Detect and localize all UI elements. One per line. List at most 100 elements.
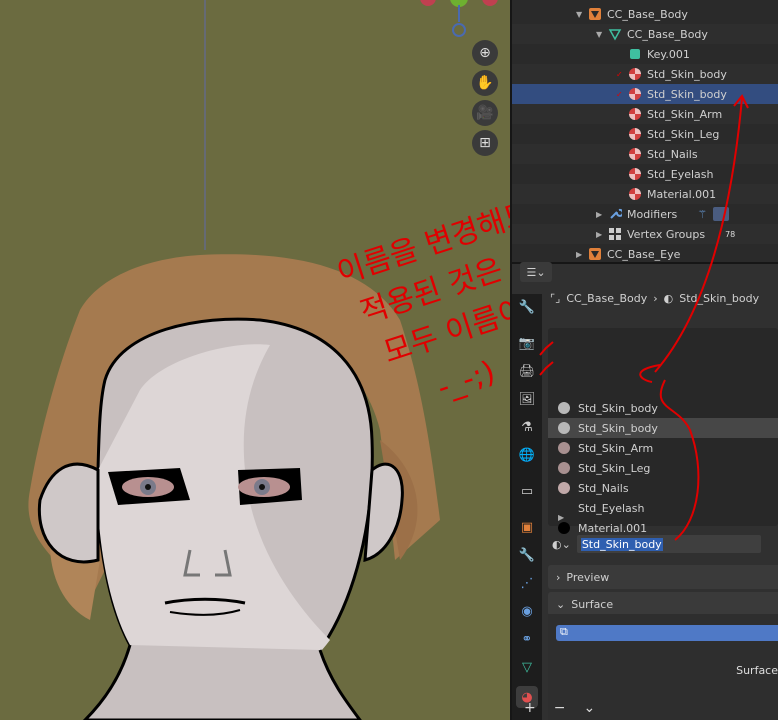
surface-label: Surface bbox=[736, 664, 778, 677]
material-icon bbox=[628, 127, 642, 141]
modifier-icon bbox=[713, 207, 730, 221]
wrench-icon bbox=[608, 207, 622, 221]
material-slot[interactable]: Std_Skin_body bbox=[548, 398, 778, 418]
outliner-row[interactable]: Std_Nails bbox=[512, 144, 778, 164]
outliner[interactable]: ▼ CC_Base_Body ▼ CC_Base_Body Key.001 ✓ … bbox=[512, 0, 778, 262]
outliner-label: Std_Skin_body bbox=[647, 87, 727, 101]
material-browse-icon[interactable]: ◐⌄ bbox=[552, 538, 571, 551]
outliner-row[interactable]: Std_Skin_Leg bbox=[512, 124, 778, 144]
node-tree-icon: ⧉ bbox=[560, 625, 568, 638]
render-tab-icon[interactable]: 📷 bbox=[516, 332, 538, 354]
material-icon bbox=[628, 187, 642, 201]
material-selector[interactable]: ◐⌄ Std_Skin_body bbox=[548, 534, 778, 554]
physics-tab-icon[interactable]: ◉ bbox=[516, 600, 538, 622]
material-slot[interactable]: Std_Skin_Leg bbox=[548, 458, 778, 478]
outliner-row[interactable]: ▼ CC_Base_Body bbox=[512, 24, 778, 44]
material-icon bbox=[628, 147, 642, 161]
grid-icon[interactable]: ⊞ bbox=[472, 130, 498, 156]
3d-viewport[interactable]: 이름을 변경해도 적용된 것은 모두 이름이 바뀐다. -_-;) ⊕ ✋ 🎥 … bbox=[0, 0, 510, 720]
expand-icon[interactable]: ▼ bbox=[596, 30, 606, 39]
object-tab-icon[interactable]: ▣ bbox=[516, 516, 538, 538]
outliner-label: Std_Skin_Leg bbox=[647, 127, 720, 141]
outliner-label: Modifiers bbox=[627, 207, 678, 221]
expand-icon[interactable]: ▼ bbox=[576, 10, 586, 19]
breadcrumb: ⌜⌟ CC_Base_Body › ◐ Std_Skin_body bbox=[550, 292, 759, 305]
data-tab-icon[interactable]: ▽ bbox=[516, 656, 538, 678]
slot-tools: + − ⌄ bbox=[524, 700, 595, 716]
outliner-row[interactable]: ▶ CC_Base_Eye bbox=[512, 244, 778, 262]
material-slot[interactable]: Std_Skin_Arm bbox=[548, 438, 778, 458]
remove-slot-button[interactable]: − bbox=[554, 700, 566, 716]
camera-icon[interactable]: 🎥 bbox=[472, 100, 498, 126]
outliner-label: Std_Skin_Arm bbox=[647, 107, 723, 121]
material-slot[interactable]: Std_Nails bbox=[548, 478, 778, 498]
breadcrumb-material: Std_Skin_body bbox=[679, 292, 760, 305]
mesh-data-icon bbox=[608, 27, 622, 41]
material-slot[interactable]: Std_Skin_body bbox=[548, 418, 778, 438]
outliner-label: Std_Skin_body bbox=[647, 67, 727, 81]
constraints-tab-icon[interactable]: ⚭ bbox=[516, 628, 538, 650]
outliner-label: Std_Eyelash bbox=[647, 167, 714, 181]
properties-tab-bar: 🔧 📷 🖨 🖼 ⚗ 🌐 ▭ ▣ 🔧 ⋰ ◉ ⚭ ▽ ◕ bbox=[512, 294, 542, 720]
more-options-icon[interactable]: ⌄ bbox=[583, 700, 595, 716]
outliner-row[interactable]: ▶ Vertex Groups 78 bbox=[512, 224, 778, 244]
world-tab-icon[interactable]: 🌐 bbox=[516, 444, 538, 466]
material-icon bbox=[628, 167, 642, 181]
outliner-label: CC_Base_Eye bbox=[607, 247, 681, 261]
use-nodes-button[interactable]: ⧉ bbox=[556, 625, 778, 641]
outliner-label: Vertex Groups bbox=[627, 227, 706, 241]
breadcrumb-object: CC_Base_Body bbox=[566, 292, 648, 305]
material-slot-list[interactable]: Std_Skin_body Std_Skin_body Std_Skin_Arm… bbox=[548, 328, 778, 535]
object-icon bbox=[588, 7, 602, 21]
vertex-group-count: 78 bbox=[725, 229, 736, 239]
properties-editor[interactable]: ☰⌄ 🔧 📷 🖨 🖼 ⚗ 🌐 ▭ ▣ 🔧 ⋰ ◉ ⚭ ▽ ◕ ⌜⌟ CC_Bas… bbox=[512, 262, 778, 720]
preview-panel-header[interactable]: › Preview bbox=[548, 565, 778, 589]
object-bracket-icon: ⌜⌟ bbox=[550, 292, 561, 305]
collapse-icon[interactable]: ▶ bbox=[576, 250, 586, 259]
output-tab-icon[interactable]: 🖨 bbox=[516, 360, 538, 382]
outliner-label: CC_Base_Body bbox=[627, 27, 708, 41]
outliner-row[interactable]: ▶ Modifiers ⚚ bbox=[512, 204, 778, 224]
annotation-layer: 이름을 변경해도 적용된 것은 모두 이름이 바뀐다. -_-;) bbox=[333, 195, 510, 406]
tool-tab-icon[interactable]: 🔧 bbox=[516, 296, 538, 318]
material-icon bbox=[628, 67, 642, 81]
outliner-label: CC_Base_Body bbox=[607, 7, 688, 21]
collapse-icon[interactable]: ▶ bbox=[596, 210, 606, 219]
outliner-row[interactable]: Std_Skin_Arm bbox=[512, 104, 778, 124]
outliner-row[interactable]: Std_Eyelash bbox=[512, 164, 778, 184]
particles-tab-icon[interactable]: ⋰ bbox=[516, 572, 538, 594]
material-slot[interactable]: Std_Eyelash bbox=[548, 498, 778, 518]
scene-tab-icon[interactable]: ⚗ bbox=[516, 416, 538, 438]
outliner-label: Key.001 bbox=[647, 47, 690, 61]
zoom-icon[interactable]: ⊕ bbox=[472, 40, 498, 66]
view-layer-tab-icon[interactable]: 🖼 bbox=[516, 388, 538, 410]
material-ball-icon: ◐ bbox=[663, 292, 674, 305]
surface-panel-header[interactable]: ⌄ Surface bbox=[548, 592, 778, 616]
outliner-row[interactable]: ✓ Std_Skin_body bbox=[512, 84, 778, 104]
outliner-row[interactable]: Material.001 bbox=[512, 184, 778, 204]
chevron-right-icon: › bbox=[653, 292, 658, 305]
material-name-field[interactable]: Std_Skin_body bbox=[576, 535, 761, 553]
outliner-row[interactable]: Key.001 bbox=[512, 44, 778, 64]
annotation-line4: -_-;) bbox=[433, 354, 499, 405]
hand-pan-icon[interactable]: ✋ bbox=[472, 70, 498, 96]
material-icon bbox=[628, 107, 642, 121]
outliner-row[interactable]: ▼ CC_Base_Body bbox=[512, 4, 778, 24]
armature-icon: ⚚ bbox=[697, 207, 708, 221]
collection-tab-icon[interactable]: ▭ bbox=[516, 480, 538, 502]
chevron-down-icon: ⌄ bbox=[556, 597, 566, 611]
editor-type-menu[interactable]: ☰⌄ bbox=[520, 262, 552, 282]
object-icon bbox=[588, 247, 602, 261]
shape-key-icon bbox=[628, 47, 642, 61]
chevron-right-icon: › bbox=[556, 570, 561, 584]
outliner-row[interactable]: ✓ Std_Skin_body bbox=[512, 64, 778, 84]
list-expand-icon[interactable]: ▶ bbox=[558, 513, 564, 522]
modifier-tab-icon[interactable]: 🔧 bbox=[516, 544, 538, 566]
vertex-groups-icon bbox=[608, 227, 622, 241]
properties-editor-icon: ☰⌄ bbox=[526, 265, 546, 279]
collapse-icon[interactable]: ▶ bbox=[596, 230, 606, 239]
outliner-label: Material.001 bbox=[647, 187, 717, 201]
add-slot-button[interactable]: + bbox=[524, 700, 536, 716]
outliner-label: Std_Nails bbox=[647, 147, 698, 161]
material-icon bbox=[628, 87, 642, 101]
